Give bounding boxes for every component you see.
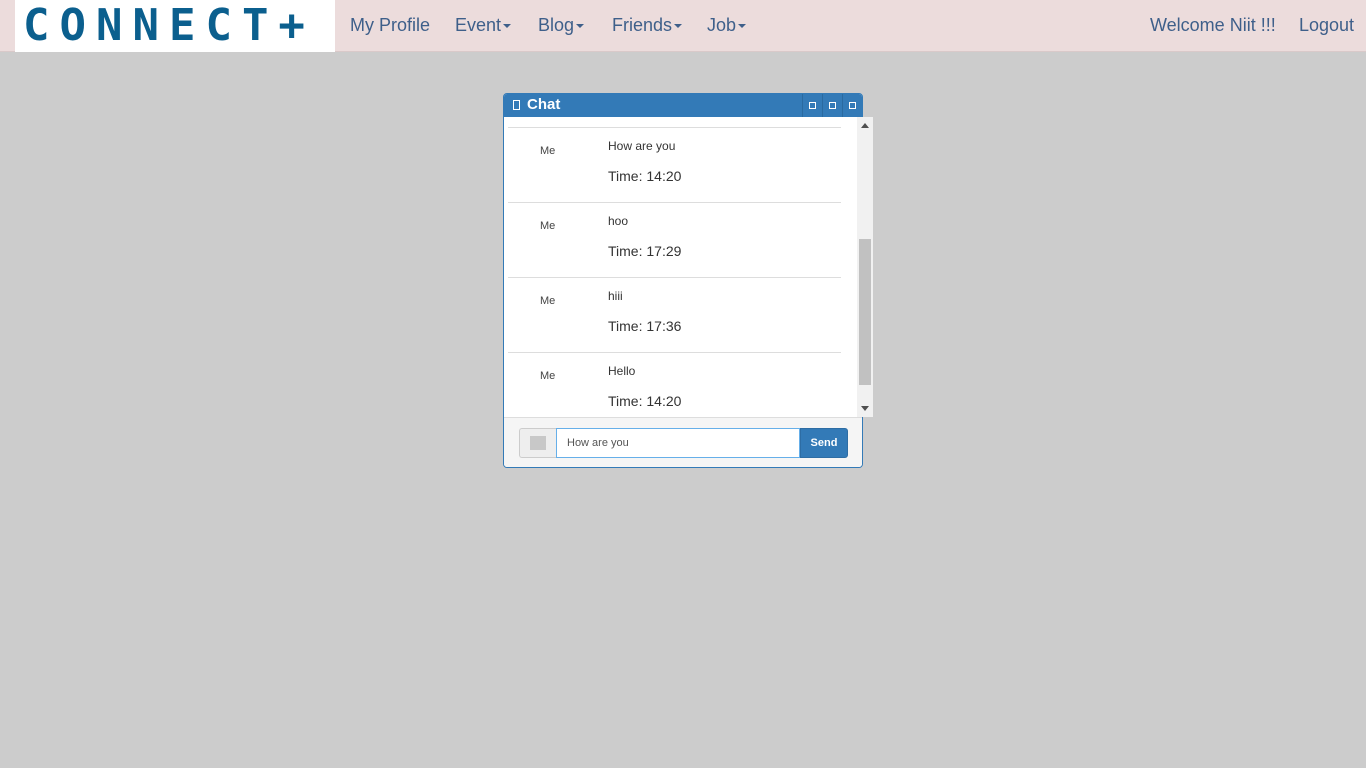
scroll-down-arrow-icon[interactable] (861, 406, 869, 411)
minimize-button[interactable] (802, 94, 822, 117)
caret-down-icon (674, 24, 683, 29)
top-navbar: CONNECT+ My Profile Event Blog Friends J… (0, 0, 1366, 52)
message-sender: Me (540, 295, 556, 307)
message-text: How are you (608, 139, 676, 153)
chat-input-bar: Send (504, 417, 862, 467)
logout-label: Logout (1299, 15, 1355, 35)
nav-event-label: Event (455, 15, 502, 35)
maximize-button[interactable] (822, 94, 842, 117)
message-sender: Me (540, 370, 556, 382)
message-text: hiii (608, 289, 623, 303)
scroll-up-arrow-icon[interactable] (861, 123, 869, 128)
close-button[interactable] (842, 94, 862, 117)
nav-my-profile[interactable]: My Profile (350, 0, 430, 52)
chat-message-input[interactable] (556, 428, 800, 458)
message-item: Me How are you Time: 14:20 (508, 127, 841, 202)
emoji-thumbnail-icon (530, 436, 546, 450)
message-time: Time: 17:29 (608, 243, 682, 259)
nav-blog-dropdown[interactable]: Blog (538, 0, 585, 52)
chat-panel: Chat Me How are you Time: 14:20 Me hoo T… (503, 93, 873, 468)
send-button[interactable]: Send (800, 428, 848, 458)
maximize-icon (829, 102, 836, 109)
caret-down-icon (576, 24, 585, 29)
message-sender: Me (540, 145, 556, 157)
welcome-user-link[interactable]: Welcome Niit !!! (1150, 0, 1276, 52)
message-time: Time: 14:20 (608, 168, 682, 184)
message-sender: Me (540, 220, 556, 232)
nav-blog-label: Blog (538, 15, 575, 35)
minimize-icon (809, 102, 816, 109)
message-text: hoo (608, 214, 629, 228)
message-item: Me Hello Time: 14:20 (508, 352, 841, 417)
message-item: Me hiii Time: 17:36 (508, 277, 841, 352)
nav-job-label: Job (707, 15, 737, 35)
nav-friends-dropdown[interactable]: Friends (612, 0, 683, 52)
brand-text: CONNECT+ (23, 0, 315, 51)
nav-my-profile-label: My Profile (350, 15, 431, 35)
chat-title: Chat (527, 96, 561, 113)
message-text: Hello (608, 364, 636, 378)
message-time: Time: 17:36 (608, 318, 682, 334)
message-item: Me hoo Time: 17:29 (508, 202, 841, 277)
brand-logo[interactable]: CONNECT+ (15, 0, 335, 52)
chat-icon (513, 100, 520, 110)
caret-down-icon (503, 24, 512, 29)
message-scrollbar[interactable] (857, 117, 873, 417)
nav-job-dropdown[interactable]: Job (707, 0, 747, 52)
emoji-addon[interactable] (519, 428, 557, 458)
logout-link[interactable]: Logout (1299, 0, 1354, 52)
nav-event-dropdown[interactable]: Event (455, 0, 512, 52)
message-time: Time: 14:20 (608, 393, 682, 409)
close-icon (849, 102, 856, 109)
caret-down-icon (738, 24, 747, 29)
chat-panel-heading: Chat (504, 94, 862, 117)
message-list[interactable]: Me How are you Time: 14:20 Me hoo Time: … (504, 117, 856, 417)
welcome-text: Welcome Niit !!! (1150, 15, 1276, 35)
nav-friends-label: Friends (612, 15, 673, 35)
scrollbar-thumb[interactable] (859, 239, 871, 385)
